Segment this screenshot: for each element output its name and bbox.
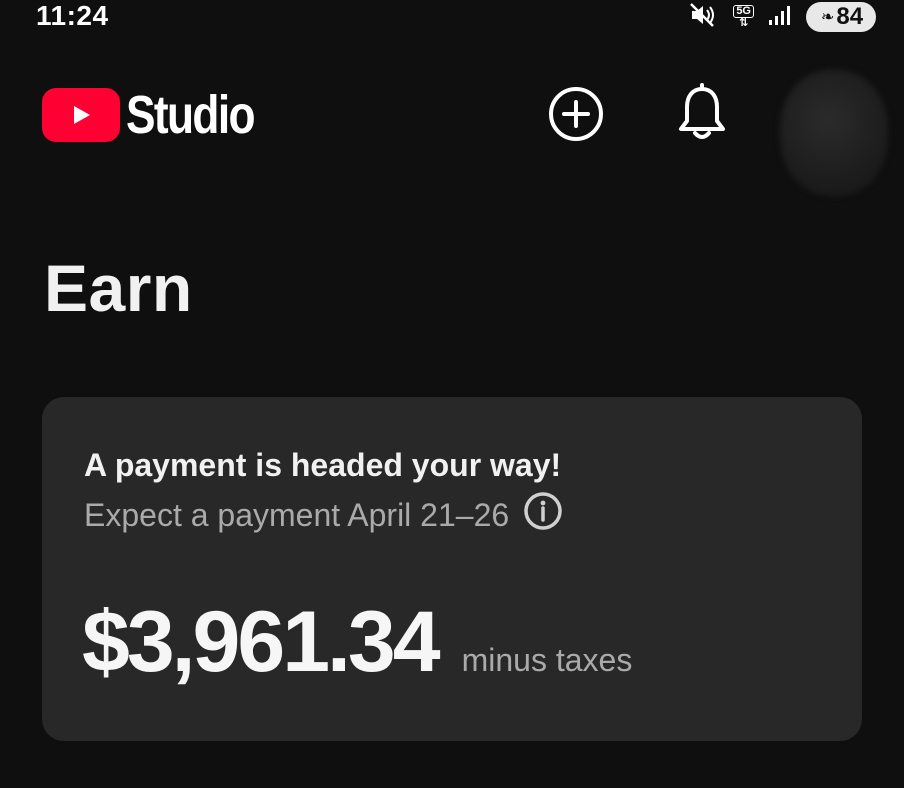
- notifications-button[interactable]: [670, 82, 734, 150]
- payment-card: A payment is headed your way! Expect a p…: [42, 397, 862, 741]
- signal-icon: [768, 4, 792, 31]
- battery-indicator: ❧ 84: [806, 2, 876, 32]
- status-time: 11:24: [36, 0, 109, 31]
- payment-amount: $3,961.34: [82, 594, 441, 690]
- app-header: Studio: [0, 70, 904, 196]
- studio-logo[interactable]: Studio: [42, 84, 282, 146]
- app-name: Studio: [126, 85, 256, 145]
- payment-expected-text: Expect a payment April 21–26: [84, 496, 510, 533]
- page-title: Earn: [44, 251, 193, 325]
- battery-level: 84: [836, 3, 864, 30]
- status-bar: 11:24 5G ⇅ ❧ 84: [0, 0, 904, 40]
- youtube-play-icon: [42, 88, 120, 142]
- status-icons: 5G ⇅ ❧ 84: [689, 0, 876, 34]
- payment-heading: A payment is headed your way!: [84, 447, 562, 483]
- info-button[interactable]: [523, 492, 563, 535]
- create-icon: [547, 85, 605, 148]
- network-5g-icon: 5G ⇅: [733, 5, 754, 29]
- notifications-bell-icon: [674, 82, 730, 150]
- avatar[interactable]: [780, 70, 888, 196]
- screen: 11:24 5G ⇅ ❧ 84 Studio Earn A payment is…: [0, 0, 904, 788]
- mute-icon: [689, 2, 719, 33]
- battery-saver-icon: ❧: [820, 9, 835, 26]
- info-icon: [523, 491, 563, 539]
- create-button[interactable]: [544, 84, 608, 148]
- amount-row: $3,961.34 minus taxes: [82, 593, 632, 692]
- payment-expected-row: Expect a payment April 21–26: [84, 492, 563, 535]
- amount-note: minus taxes: [461, 642, 633, 678]
